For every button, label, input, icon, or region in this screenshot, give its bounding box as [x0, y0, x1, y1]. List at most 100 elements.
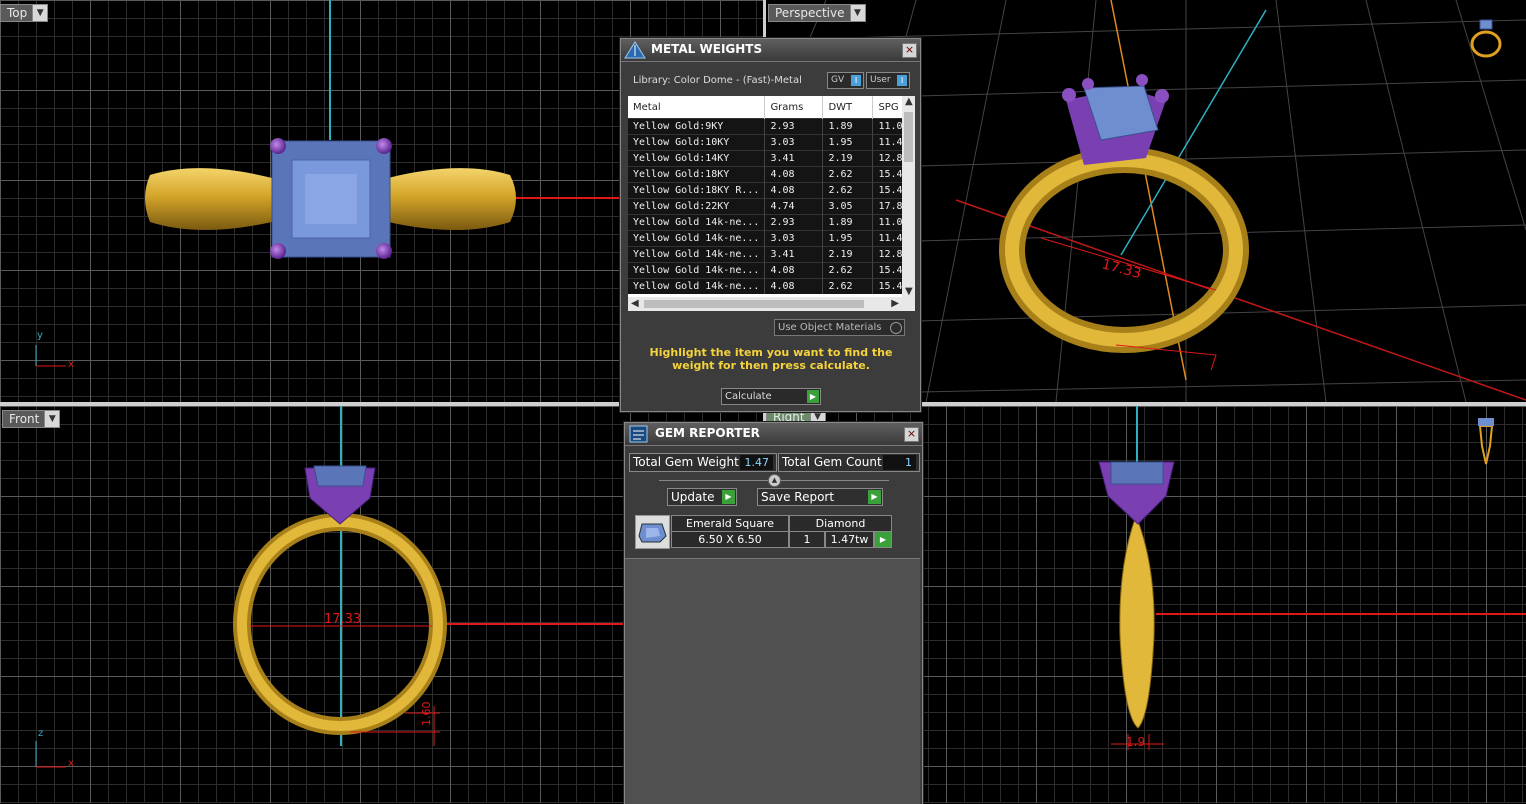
chevron-down-icon[interactable]: ▼: [44, 411, 60, 427]
cell-grams: 4.08: [764, 182, 824, 199]
viewport-label-perspective[interactable]: Perspective ▼: [768, 4, 866, 22]
cell-metal: Yellow Gold:9KY: [628, 118, 766, 135]
gv-toggle[interactable]: GV I: [827, 72, 864, 89]
play-icon: ▶: [722, 490, 735, 504]
cell-grams: 4.08: [764, 262, 824, 279]
table-row[interactable]: Yellow Gold:18KY R... 4.08 2.62 15.41: [628, 182, 915, 199]
library-label: Library: Color Dome - (Fast)-Metal: [633, 75, 802, 86]
vertical-scrollbar[interactable]: ▲ ▼: [902, 96, 915, 311]
cell-dwt: 1.89: [822, 214, 874, 231]
gem-weight: 1.47tw: [825, 531, 874, 548]
horizontal-scrollbar[interactable]: ◀ ▶: [628, 297, 902, 311]
gem-detail-button[interactable]: ▶: [874, 531, 892, 548]
report-icon: [629, 425, 648, 443]
chevron-left-icon[interactable]: ◀: [631, 298, 639, 309]
axis-y-label: y: [37, 330, 43, 341]
cell-metal: Yellow Gold 14k-ne...: [628, 278, 766, 294]
column-header-dwt[interactable]: DWT: [822, 96, 874, 119]
cell-dwt: 2.19: [822, 150, 874, 167]
axis-z-label: z: [38, 728, 44, 739]
close-icon[interactable]: ×: [904, 427, 919, 442]
cell-dwt: 3.05: [822, 198, 874, 215]
viewport-label-front[interactable]: Front ▼: [2, 410, 61, 428]
toggle-knob-icon: I: [897, 75, 907, 86]
scroll-thumb[interactable]: [644, 300, 864, 308]
front-dimension-height: 1.60: [420, 702, 433, 727]
chevron-down-icon[interactable]: ▼: [32, 5, 48, 21]
cell-dwt: 1.89: [822, 118, 874, 135]
cell-dwt: 2.62: [822, 182, 874, 199]
cell-grams: 4.08: [764, 166, 824, 183]
cell-metal: Yellow Gold:14KY: [628, 150, 766, 167]
metal-weights-panel: METAL WEIGHTS × Library: Color Dome - (F…: [620, 38, 921, 412]
table-row[interactable]: Yellow Gold:22KY 4.74 3.05 17.89: [628, 198, 915, 215]
metal-table[interactable]: Metal Grams DWT SPG Yellow Gold:9KY 2.93 1…: [628, 96, 915, 311]
save-report-button[interactable]: Save Report ▶: [757, 488, 883, 506]
collapse-icon[interactable]: ▲: [768, 474, 781, 487]
table-row[interactable]: Yellow Gold:9KY 2.93 1.89 11.08: [628, 118, 915, 135]
chevron-down-icon[interactable]: ▼: [905, 286, 913, 297]
chevron-down-icon[interactable]: ▼: [849, 5, 865, 21]
metal-weights-titlebar[interactable]: METAL WEIGHTS ×: [621, 39, 920, 62]
axis-x-label: x: [68, 758, 74, 769]
cell-dwt: 2.19: [822, 246, 874, 263]
scroll-thumb[interactable]: [904, 112, 913, 162]
gem-shape: Emerald Square: [671, 515, 789, 532]
table-row[interactable]: Yellow Gold 14k-ne... 2.93 1.89 11.08: [628, 214, 915, 231]
gem-reporter-titlebar[interactable]: GEM REPORTER ×: [625, 423, 922, 446]
cell-grams: 2.93: [764, 214, 824, 231]
metal-weights-title: METAL WEIGHTS: [651, 42, 763, 56]
gem-list-area: [625, 558, 920, 804]
cell-metal: Yellow Gold:22KY: [628, 198, 766, 215]
column-header-grams[interactable]: Grams: [764, 96, 824, 119]
gem-thumbnail[interactable]: [635, 515, 670, 549]
front-dimension-ring: 17.33: [324, 612, 361, 627]
cell-grams: 4.08: [764, 278, 824, 294]
gem-reporter-title: GEM REPORTER: [655, 426, 760, 440]
calculate-button[interactable]: Calculate ▶: [721, 388, 821, 405]
cell-dwt: 1.95: [822, 230, 874, 247]
table-row[interactable]: Yellow Gold 14k-ne... 4.08 2.62 15.41: [628, 262, 915, 279]
gem-reporter-panel: GEM REPORTER × Total Gem Weight 1.47 Tot…: [624, 422, 923, 804]
chevron-right-icon[interactable]: ▶: [891, 298, 899, 309]
gem-size: 6.50 X 6.50: [671, 531, 789, 548]
cell-metal: Yellow Gold:18KY R...: [628, 182, 766, 199]
use-object-materials-toggle[interactable]: Use Object Materials: [774, 319, 905, 336]
cell-metal: Yellow Gold 14k-ne...: [628, 246, 766, 263]
right-dimension-width: 1.9: [1126, 735, 1145, 749]
play-icon: ▶: [868, 490, 881, 504]
table-row[interactable]: Yellow Gold:14KY 3.41 2.19 12.88: [628, 150, 915, 167]
toggle-knob-icon: I: [851, 75, 861, 86]
cell-dwt: 2.62: [822, 262, 874, 279]
user-toggle[interactable]: User I: [866, 72, 910, 89]
cell-dwt: 2.62: [822, 278, 874, 294]
ring-side: [1119, 514, 1155, 729]
table-row[interactable]: Yellow Gold 14k-ne... 4.08 2.62 15.41: [628, 278, 915, 294]
total-gem-count-field: Total Gem Count 1: [778, 453, 920, 472]
chevron-up-icon[interactable]: ▲: [905, 96, 913, 107]
gem-count: 1: [789, 531, 825, 548]
ring-preview-icon[interactable]: [1470, 19, 1502, 58]
update-button[interactable]: Update ▶: [667, 488, 737, 506]
cell-grams: 3.03: [764, 230, 824, 247]
cell-metal: Yellow Gold 14k-ne...: [628, 262, 766, 279]
cell-grams: 3.03: [764, 134, 824, 151]
table-row[interactable]: Yellow Gold:10KY 3.03 1.95 11.45: [628, 134, 915, 151]
cell-grams: 2.93: [764, 118, 824, 135]
close-icon[interactable]: ×: [902, 43, 917, 58]
instruction-text: Highlight the item you want to find the …: [649, 346, 893, 372]
ring-side-preview-icon[interactable]: [1478, 418, 1494, 465]
scale-icon: [624, 41, 646, 59]
cell-metal: Yellow Gold:18KY: [628, 166, 766, 183]
total-gem-weight-value: 1.47: [740, 455, 773, 470]
table-row[interactable]: Yellow Gold:18KY 4.08 2.62 15.41: [628, 166, 915, 183]
column-header-metal[interactable]: Metal: [628, 96, 766, 119]
viewport-label-top[interactable]: Top ▼: [0, 4, 49, 22]
total-gem-count-value: 1: [883, 455, 916, 470]
axis-x-label: x: [68, 359, 74, 370]
cell-dwt: 2.62: [822, 166, 874, 183]
table-row[interactable]: Yellow Gold 14k-ne... 3.41 2.19 12.88: [628, 246, 915, 263]
cell-metal: Yellow Gold:10KY: [628, 134, 766, 151]
total-gem-weight-field: Total Gem Weight 1.47: [629, 453, 777, 472]
table-row[interactable]: Yellow Gold 14k-ne... 3.03 1.95 11.45: [628, 230, 915, 247]
